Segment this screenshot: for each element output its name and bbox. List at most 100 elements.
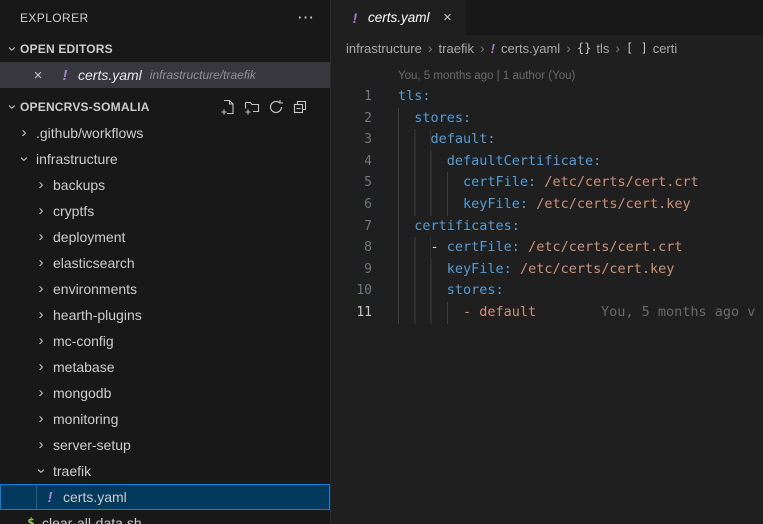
chevron-right-icon[interactable]: ›: [33, 177, 49, 193]
tree-item-label: clear-all-data.sh: [42, 515, 142, 524]
chevron-right-icon[interactable]: ›: [33, 411, 49, 427]
code-editor[interactable]: You, 5 months ago | 1 author (You) 1tls:…: [331, 66, 763, 324]
chevron-right-icon[interactable]: ›: [33, 307, 49, 323]
tree-item-elasticsearch[interactable]: ›elasticsearch: [0, 250, 330, 276]
tree-item-backups[interactable]: ›backups: [0, 172, 330, 198]
chevron-right-icon[interactable]: ›: [33, 229, 49, 245]
line-number: 5: [331, 172, 372, 194]
chevron-right-icon[interactable]: ›: [33, 437, 49, 453]
line-number: 7: [331, 216, 372, 238]
chevron-right-icon[interactable]: ›: [33, 385, 49, 401]
chevron-down-icon[interactable]: ›: [4, 99, 20, 115]
open-editor-filename: certs.yaml: [78, 67, 142, 83]
code-token: default:: [431, 131, 496, 147]
new-folder-icon[interactable]: [244, 99, 260, 115]
file-tree: ›.github/workflows›infrastructure›backup…: [0, 120, 330, 524]
explorer-title: EXPLORER: [20, 11, 89, 25]
breadcrumb-item-traefik[interactable]: traefik: [439, 41, 474, 56]
tree-item-hearth-plugins[interactable]: ›hearth-plugins: [0, 302, 330, 328]
tree-item-label: environments: [53, 281, 137, 297]
code-token: defaultCertificate:: [447, 153, 601, 169]
tree-item-traefik[interactable]: ›traefik: [0, 458, 330, 484]
workspace-header[interactable]: › OPENCRVS-SOMALIA: [0, 93, 330, 120]
chevron-right-icon[interactable]: ›: [33, 255, 49, 271]
breadcrumb-label: tls: [596, 41, 609, 56]
tree-item-environments[interactable]: ›environments: [0, 276, 330, 302]
tree-item-infrastructure[interactable]: ›infrastructure: [0, 146, 330, 172]
code-token: /etc/certs/cert.key: [520, 261, 674, 277]
tree-item-label: metabase: [53, 359, 114, 375]
chevron-right-icon[interactable]: ›: [33, 281, 49, 297]
breadcrumb-item-certi[interactable]: [ ]certi: [626, 41, 677, 56]
code-line-11[interactable]: 11 - defaultYou, 5 months ago v: [331, 302, 763, 324]
tree-item-label: mongodb: [53, 385, 111, 401]
tree-item-clear-all-data-sh[interactable]: $ clear-all-data.sh: [0, 510, 330, 524]
tree-item-github-workflows[interactable]: ›.github/workflows: [0, 120, 330, 146]
refresh-icon[interactable]: [268, 99, 284, 115]
breadcrumb-label: certs.yaml: [501, 41, 560, 56]
chevron-down-icon[interactable]: ›: [4, 41, 20, 57]
symbol-object-icon: {}: [577, 41, 591, 55]
line-number: 9: [331, 259, 372, 281]
explorer-actions: [220, 99, 330, 115]
code-line-6[interactable]: 6 keyFile: /etc/certs/cert.key: [331, 194, 763, 216]
tree-item-certs-yaml[interactable]: !certs.yaml: [0, 484, 330, 510]
tree-item-monitoring[interactable]: ›monitoring: [0, 406, 330, 432]
code-line-10[interactable]: 10 stores:: [331, 280, 763, 302]
tree-item-deployment[interactable]: ›deployment: [0, 224, 330, 250]
line-number: 8: [331, 237, 372, 259]
breadcrumb-label: certi: [653, 41, 678, 56]
code-line-2[interactable]: 2 stores:: [331, 108, 763, 130]
close-icon[interactable]: ×: [30, 67, 46, 84]
explorer-sidebar: EXPLORER ⋯ › OPEN EDITORS × ! certs.yaml…: [0, 0, 331, 524]
tree-item-label: .github/workflows: [36, 125, 143, 141]
chevron-down-icon[interactable]: ›: [16, 151, 32, 167]
tree-item-label: traefik: [53, 463, 91, 479]
tree-item-server-setup[interactable]: ›server-setup: [0, 432, 330, 458]
close-icon[interactable]: ×: [440, 9, 456, 26]
line-number: 1: [331, 86, 372, 108]
indent-guides: [398, 129, 431, 151]
tree-item-mc-config[interactable]: ›mc-config: [0, 328, 330, 354]
tree-item-label: server-setup: [53, 437, 131, 453]
breadcrumb-item-infrastructure[interactable]: infrastructure: [346, 41, 422, 56]
chevron-right-icon[interactable]: ›: [16, 125, 32, 141]
line-number: 6: [331, 194, 372, 216]
code-token: stores:: [414, 110, 471, 126]
chevron-right-icon[interactable]: ›: [33, 333, 49, 349]
chevron-right-icon: ›: [480, 40, 485, 56]
indent-guides: [398, 151, 447, 173]
tab-certs-yaml[interactable]: ! certs.yaml ×: [331, 0, 466, 35]
collapse-all-icon[interactable]: [292, 99, 308, 115]
chevron-right-icon[interactable]: ›: [33, 359, 49, 375]
new-file-icon[interactable]: [220, 99, 236, 115]
chevron-right-icon[interactable]: ›: [33, 203, 49, 219]
open-editor-path: infrastructure/traefik: [150, 68, 256, 82]
breadcrumb-label: infrastructure: [346, 41, 422, 56]
gitlens-file-annotation: You, 5 months ago | 1 author (You): [331, 66, 763, 86]
code-line-9[interactable]: 9 keyFile: /etc/certs/cert.key: [331, 259, 763, 281]
tree-item-metabase[interactable]: ›metabase: [0, 354, 330, 380]
code-line-7[interactable]: 7 certificates:: [331, 216, 763, 238]
open-editors-header[interactable]: › OPEN EDITORS: [0, 36, 330, 62]
line-number: 4: [331, 151, 372, 173]
chevron-down-icon[interactable]: ›: [33, 463, 49, 479]
indent-guides: [398, 172, 463, 194]
yaml-file-icon: !: [348, 10, 362, 26]
code-line-3[interactable]: 3 default:: [331, 129, 763, 151]
code-line-1[interactable]: 1tls:: [331, 86, 763, 108]
more-actions-icon[interactable]: ⋯: [297, 8, 316, 28]
breadcrumb-item-tls[interactable]: {} tls: [577, 41, 609, 56]
breadcrumb-item-certs-yaml[interactable]: !certs.yaml: [491, 41, 561, 56]
tree-item-label: infrastructure: [36, 151, 118, 167]
code-token: keyFile:: [447, 261, 512, 277]
tree-item-cryptfs[interactable]: ›cryptfs: [0, 198, 330, 224]
shell-file-icon: $: [24, 516, 38, 524]
code-line-4[interactable]: 4 defaultCertificate:: [331, 151, 763, 173]
open-editor-item[interactable]: × ! certs.yaml infrastructure/traefik: [0, 62, 330, 88]
code-line-5[interactable]: 5 certFile: /etc/certs/cert.crt: [331, 172, 763, 194]
indent-guides: [398, 216, 414, 238]
tree-item-mongodb[interactable]: ›mongodb: [0, 380, 330, 406]
workspace-name: OPENCRVS-SOMALIA: [20, 100, 150, 114]
code-line-8[interactable]: 8 - certFile: /etc/certs/cert.crt: [331, 237, 763, 259]
